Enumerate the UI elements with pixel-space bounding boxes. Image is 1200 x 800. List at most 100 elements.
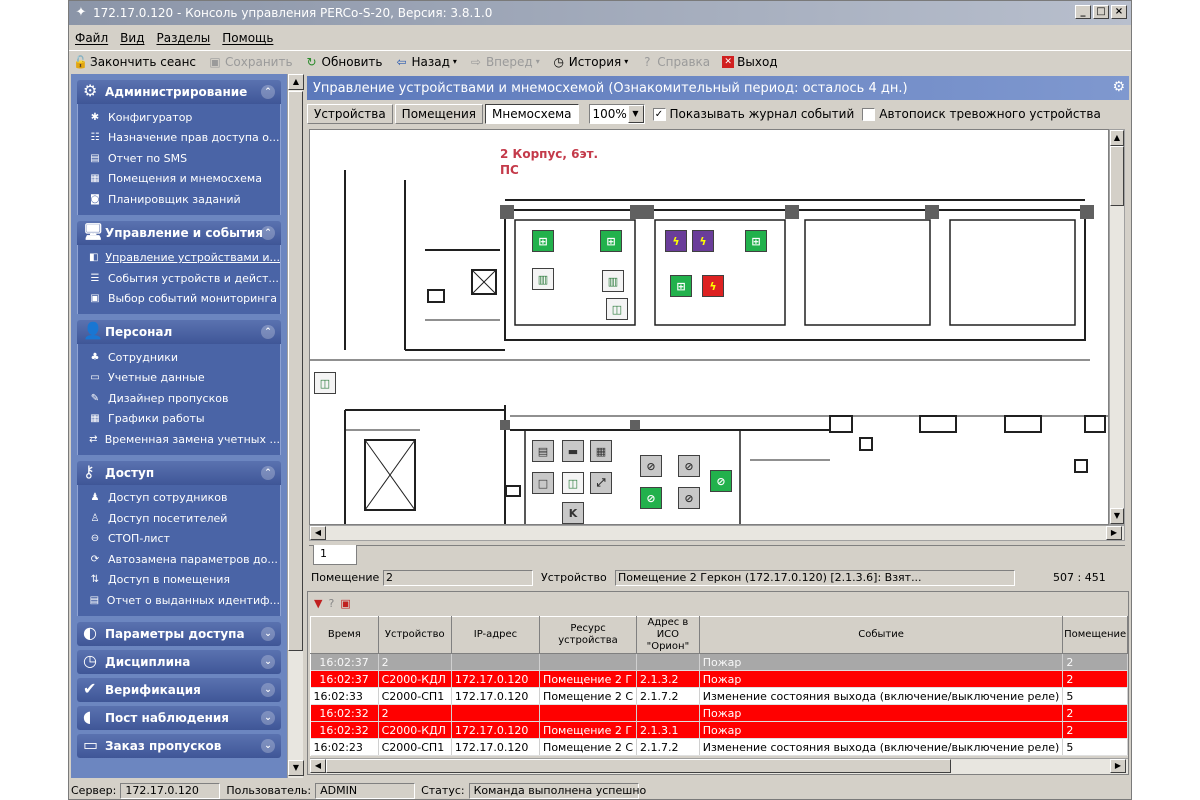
device-fire-sensor-icon[interactable]: ϟ bbox=[692, 230, 714, 252]
checkbox-unchecked[interactable] bbox=[862, 107, 876, 121]
chevron-up-icon[interactable]: ⌃ bbox=[261, 225, 275, 240]
back-button[interactable]: ⇦ Назад ▾ bbox=[395, 55, 456, 69]
log-horizontal-scrollbar[interactable]: ◀ ▶ bbox=[310, 758, 1128, 774]
maximize-button[interactable]: □ bbox=[1093, 5, 1109, 19]
scroll-up-icon[interactable]: ▲ bbox=[1110, 130, 1124, 146]
sidebar-item-access-rights[interactable]: ☷ Назначение прав доступа о... bbox=[78, 128, 280, 149]
sidebar-item-schedules[interactable]: ▦ Графики работы bbox=[78, 409, 280, 430]
sidebar-scroll-thumb[interactable] bbox=[288, 91, 303, 651]
sidebar-item-configurator[interactable]: ✱ Конфигуратор bbox=[78, 107, 280, 128]
sidebar-item-room-access[interactable]: ⇅ Доступ в помещения bbox=[78, 570, 280, 591]
scroll-right-icon[interactable]: ▶ bbox=[1110, 759, 1126, 773]
log-export-icon[interactable]: ▣ bbox=[340, 597, 350, 610]
forward-button[interactable]: ⇨ Вперед ▾ bbox=[469, 55, 540, 69]
table-row[interactable]: 16:02:23 С2000-СП1 172.17.0.120 Помещение 2… bbox=[310, 738, 1128, 756]
device-controller-icon[interactable]: ⊞ bbox=[600, 230, 622, 252]
scroll-left-icon[interactable]: ◀ bbox=[310, 526, 326, 540]
sidebar-item-monitoring-events[interactable]: ▣ Выбор событий мониторинга bbox=[78, 289, 280, 310]
sidebar-item-issued-ids-report[interactable]: ▤ Отчет о выданных идентиф... bbox=[78, 590, 280, 611]
device-switch-icon[interactable]: ⤢ bbox=[590, 472, 612, 494]
scroll-right-icon[interactable]: ▶ bbox=[1106, 526, 1122, 540]
device-box-icon[interactable]: □ bbox=[532, 472, 554, 494]
sidebar-item-device-control[interactable]: ◧ Управление устройствами и... bbox=[78, 248, 280, 269]
table-row[interactable]: 16:02:37 С2000-КДЛ 172.17.0.120 Помещение 2… bbox=[310, 670, 1128, 688]
chevron-down-icon[interactable]: ▼ bbox=[627, 105, 644, 123]
log-filter-icon[interactable]: ▼ bbox=[314, 597, 322, 610]
sidebar-item-employee-access[interactable]: ♟ Доступ сотрудников bbox=[78, 488, 280, 509]
chevron-down-icon[interactable]: ⌄ bbox=[261, 654, 275, 669]
device-reader-icon[interactable]: ◫ bbox=[314, 372, 336, 394]
table-row[interactable]: 16:02:33 С2000-СП1 172.17.0.120 Помещение 2… bbox=[310, 687, 1128, 705]
log-hscroll-thumb[interactable] bbox=[326, 759, 951, 773]
show-log-checkbox[interactable]: ✓ Показывать журнал событий bbox=[652, 107, 854, 121]
section-observation-post[interactable]: ◖ Пост наблюдения ⌄ bbox=[77, 705, 281, 730]
refresh-button[interactable]: ↻ Обновить bbox=[305, 55, 383, 69]
plan-horizontal-scrollbar[interactable]: ◀ ▶ bbox=[309, 525, 1125, 541]
chevron-up-icon[interactable]: ⌃ bbox=[261, 325, 275, 339]
floor-plan[interactable]: 2 Корпус, 6эт. ПС ⊞ ⊞ ϟ ϟ ⊞ ▥ ▥ ⊞ ϟ ◫ ◫ … bbox=[309, 129, 1109, 525]
column-header-orion-address[interactable]: Адрес в ИСО "Орион" bbox=[636, 616, 700, 654]
section-access-params[interactable]: ◐ Параметры доступа ⌄ bbox=[77, 621, 281, 646]
sidebar-item-employees[interactable]: ♣ Сотрудники bbox=[78, 347, 280, 368]
section-personnel[interactable]: 👤 Персонал ⌃ bbox=[77, 320, 281, 344]
device-panel-icon[interactable]: ▦ bbox=[590, 440, 612, 462]
chevron-down-icon[interactable]: ⌄ bbox=[261, 738, 275, 753]
section-access[interactable]: ⚷ Доступ ⌃ bbox=[77, 460, 281, 485]
sidebar-item-temp-replacement[interactable]: ⇄ Временная замена учетных ... bbox=[78, 429, 280, 450]
section-pass-orders[interactable]: ▭ Заказ пропусков ⌄ bbox=[77, 733, 281, 758]
sidebar-item-sms-report[interactable]: ▤ Отчет по SMS bbox=[78, 148, 280, 169]
sidebar-item-pass-designer[interactable]: ✎ Дизайнер пропусков bbox=[78, 388, 280, 409]
tab-mnemoscheme[interactable]: Мнемосхема bbox=[485, 104, 579, 124]
tab-page-1[interactable]: 1 bbox=[313, 545, 357, 565]
plan-vscroll-thumb[interactable] bbox=[1110, 146, 1124, 206]
sidebar-item-auto-replace[interactable]: ⟳ Автозамена параметров до... bbox=[78, 549, 280, 570]
scroll-left-icon[interactable]: ◀ bbox=[310, 759, 326, 773]
menu-help[interactable]: Помощь bbox=[222, 31, 273, 45]
device-sensor-icon[interactable]: ⊘ bbox=[640, 455, 662, 477]
end-session-button[interactable]: 🔓 Закончить сеанс bbox=[73, 55, 196, 69]
sidebar-item-stop-list[interactable]: ⊖ СТОП-лист bbox=[78, 529, 280, 550]
column-header-device[interactable]: Устройство bbox=[377, 616, 452, 654]
device-sensor-active-icon[interactable]: ⊘ bbox=[710, 470, 732, 492]
chevron-up-icon[interactable]: ⌃ bbox=[261, 85, 275, 99]
history-button[interactable]: ◷ История ▾ bbox=[552, 55, 628, 69]
tab-devices[interactable]: Устройства bbox=[307, 104, 393, 124]
autosearch-checkbox[interactable]: Автопоиск тревожного устройства bbox=[862, 107, 1101, 121]
close-button[interactable]: × bbox=[1111, 5, 1127, 19]
table-row[interactable]: 16:02:32 2 Пожар 2 bbox=[310, 704, 1128, 722]
minimize-button[interactable]: _ bbox=[1075, 5, 1091, 19]
device-sensor-active-icon[interactable]: ⊘ bbox=[640, 487, 662, 509]
device-keypad-icon[interactable]: K bbox=[562, 502, 584, 524]
device-panel-icon[interactable]: ▬ bbox=[562, 440, 584, 462]
device-fire-sensor-icon[interactable]: ϟ bbox=[665, 230, 687, 252]
menu-file[interactable]: Файл bbox=[75, 31, 108, 45]
menu-view[interactable]: Вид bbox=[120, 31, 144, 45]
checkbox-checked[interactable]: ✓ bbox=[652, 107, 666, 121]
sidebar-item-scheduler[interactable]: ◙ Планировщик заданий bbox=[78, 189, 280, 210]
table-row[interactable]: 16:02:37 2 Пожар 2 bbox=[310, 653, 1128, 671]
tab-rooms[interactable]: Помещения bbox=[394, 104, 484, 124]
column-header-event[interactable]: Событие bbox=[698, 616, 1064, 654]
device-sensor-icon[interactable]: ⊘ bbox=[678, 455, 700, 477]
sidebar-item-rooms[interactable]: ▦ Помещения и мнемосхема bbox=[78, 169, 280, 190]
section-verification[interactable]: ✔ Верификация ⌄ bbox=[77, 677, 281, 702]
sidebar-scrollbar[interactable]: ▲ ▼ bbox=[287, 74, 304, 778]
column-header-time[interactable]: Время bbox=[310, 616, 379, 654]
device-relay-icon[interactable]: ▥ bbox=[532, 268, 554, 290]
device-panel-icon[interactable]: ▤ bbox=[532, 440, 554, 462]
chevron-down-icon[interactable]: ⌄ bbox=[261, 710, 275, 725]
device-controller-icon[interactable]: ⊞ bbox=[745, 230, 767, 252]
save-button[interactable]: ▣ Сохранить bbox=[208, 55, 292, 69]
chevron-up-icon[interactable]: ⌃ bbox=[261, 465, 275, 480]
device-reader-icon[interactable]: ◫ bbox=[606, 298, 628, 320]
log-help-icon[interactable]: ? bbox=[328, 597, 334, 610]
scroll-down-icon[interactable]: ▼ bbox=[288, 760, 304, 776]
table-row[interactable]: 16:02:32 С2000-КДЛ 172.17.0.120 Помещение 2… bbox=[310, 721, 1128, 739]
section-discipline[interactable]: ◷ Дисциплина ⌄ bbox=[77, 649, 281, 674]
chevron-down-icon[interactable]: ⌄ bbox=[261, 682, 275, 697]
exit-button[interactable]: ✕ Выход bbox=[722, 55, 778, 69]
menu-sections[interactable]: Разделы bbox=[156, 31, 210, 45]
column-header-resource[interactable]: Ресурс устройства bbox=[539, 616, 638, 654]
device-controller-icon[interactable]: ⊞ bbox=[670, 275, 692, 297]
sidebar-item-credentials[interactable]: ▭ Учетные данные bbox=[78, 368, 280, 389]
